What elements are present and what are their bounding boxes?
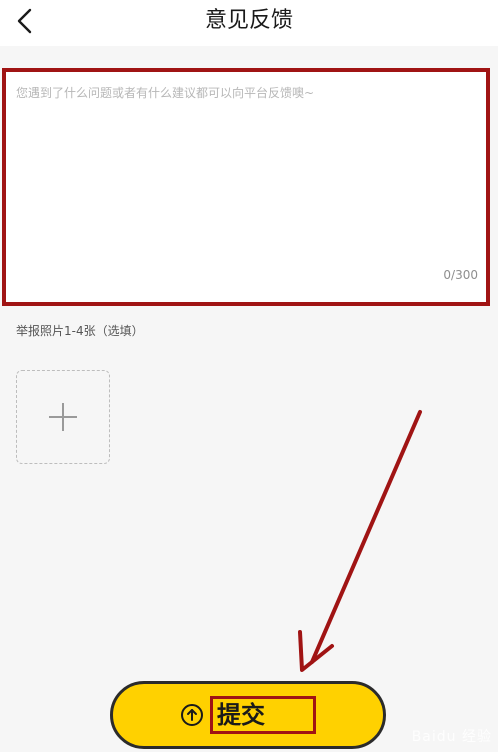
feedback-box: 0/300 bbox=[2, 68, 490, 306]
submit-label: 提交 bbox=[210, 696, 316, 734]
feedback-input[interactable] bbox=[16, 84, 480, 264]
plus-icon bbox=[49, 403, 77, 431]
submit-button[interactable]: 提交 bbox=[110, 681, 386, 749]
page-title: 意见反馈 bbox=[204, 8, 293, 33]
submit-content: 提交 bbox=[180, 696, 316, 734]
char-counter: 0/300 bbox=[443, 268, 478, 282]
add-photo-button[interactable] bbox=[16, 370, 110, 464]
header: 意见反馈 bbox=[0, 0, 498, 46]
watermark: Baidu 经验 bbox=[411, 729, 492, 745]
upload-icon bbox=[180, 703, 204, 727]
photo-upload-label: 举报照片1-4张（选填） bbox=[16, 324, 144, 338]
